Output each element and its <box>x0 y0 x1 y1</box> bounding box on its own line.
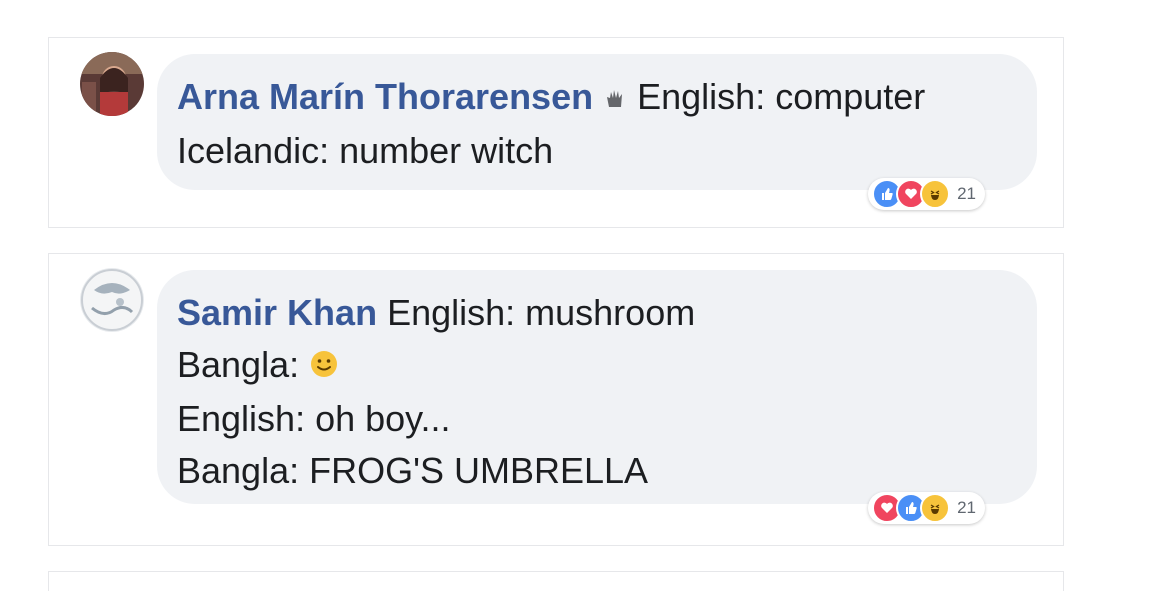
comment-author-link[interactable]: Arna Marín Thorarensen <box>177 76 593 117</box>
comment-text: Bangla: FROG'S UMBRELLA <box>177 450 649 492</box>
comment-text: English: mushroom <box>387 292 696 333</box>
comment-text: Icelandic: number witch <box>177 130 554 172</box>
slight-smile-emoji-icon <box>309 341 339 393</box>
reaction-count: 21 <box>957 498 976 517</box>
comment-text: English: computer <box>637 76 926 117</box>
reactions-summary[interactable]: 21 <box>868 492 985 524</box>
comment-text: Bangla: <box>177 344 300 385</box>
comment-card <box>48 571 1064 591</box>
top-fan-hand-icon <box>603 73 627 125</box>
comment-bubble: Arna Marín Thorarensen English: computer… <box>157 54 1037 190</box>
avatar[interactable] <box>80 52 144 116</box>
avatar[interactable] <box>80 268 144 332</box>
comment-card: Samir Khan English: mushroom Bangla: Eng… <box>48 253 1064 546</box>
reactions-summary[interactable]: 21 <box>868 178 985 210</box>
haha-reaction-icon <box>920 179 951 209</box>
haha-reaction-icon <box>920 493 951 523</box>
comment-author-link[interactable]: Samir Khan <box>177 292 377 333</box>
reaction-count: 21 <box>957 184 976 203</box>
comment-card: Arna Marín Thorarensen English: computer… <box>48 37 1064 228</box>
comment-text: English: oh boy... <box>177 398 451 440</box>
comment-bubble: Samir Khan English: mushroom Bangla: Eng… <box>157 270 1037 504</box>
